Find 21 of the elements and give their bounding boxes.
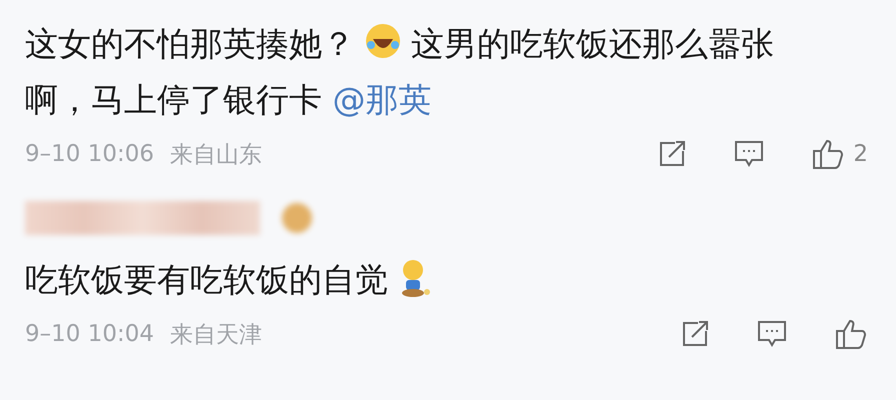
reply-button[interactable]: [733, 139, 766, 169]
comment-icon: [733, 139, 766, 169]
comment-text: 吃软饭要有吃软饭的自觉: [25, 252, 815, 308]
reply-button[interactable]: [756, 319, 788, 349]
like-button[interactable]: [834, 317, 868, 351]
share-button[interactable]: [657, 139, 688, 169]
comment-text: 这女的不怕那英揍她？ 这男的吃软饭还那么嚣张啊，马上停了银行卡 @那英: [25, 16, 815, 128]
comment-location: 来自山东: [170, 140, 262, 170]
comment-icon: [756, 319, 788, 349]
blurred-badge-icon: [282, 203, 312, 233]
share-icon: [680, 319, 710, 349]
thumbs-up-icon: [834, 317, 868, 351]
mention-link[interactable]: @那英: [332, 80, 432, 119]
like-button[interactable]: 2: [811, 137, 868, 171]
share-button[interactable]: [680, 319, 710, 349]
thumbs-up-icon: [811, 137, 846, 171]
comment-time: 9–10 10:04: [25, 321, 154, 347]
laughing-emoji-icon: [363, 21, 403, 61]
share-icon: [657, 139, 688, 169]
comment-time: 9–10 10:06: [25, 141, 154, 167]
comment-location: 来自天津: [170, 320, 262, 350]
